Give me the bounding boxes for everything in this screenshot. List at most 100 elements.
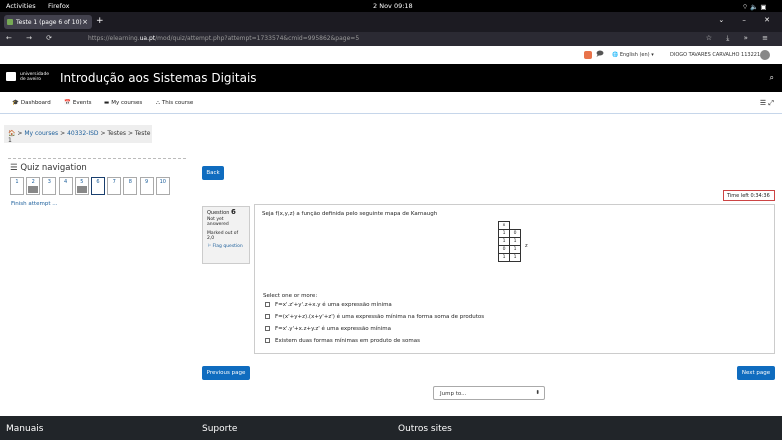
quiz-nav-button-1[interactable]: 1 — [10, 177, 24, 195]
kmap-empty — [510, 222, 521, 230]
next-page-button[interactable]: Next page — [737, 366, 775, 380]
answered-indicator — [76, 186, 87, 193]
menu-my-courses[interactable]: ▬ My courses — [104, 100, 142, 106]
quiz-nav-button-7[interactable]: 7 — [107, 177, 122, 195]
breadcrumb-my-courses[interactable]: My courses — [24, 130, 58, 137]
option-label[interactable]: F=x'.z'+y'.z+x.y é uma expressão mínima — [275, 302, 392, 308]
system-top-bar: Activities Firefox 2 Nov 09:18 ⌔ 🔈 ▣ — [0, 0, 782, 12]
breadcrumb-sep: > — [17, 130, 23, 137]
language-menu[interactable]: 🌐 English (en) ▾ — [612, 52, 654, 58]
jump-to-select[interactable]: Jump to... ⬍ — [433, 386, 545, 400]
answer-option[interactable]: Existem duas formas mínimas em produto d… — [265, 338, 420, 344]
status-line2: answered — [207, 222, 229, 227]
user-name[interactable]: DIOGO TAVARES CARVALHO 113221 — [670, 52, 760, 58]
quiz-nav-button-4[interactable]: 4 — [58, 177, 73, 195]
kmap-z-label: z — [525, 243, 528, 249]
uni-line2: de aveiro — [20, 77, 41, 82]
breadcrumb-sep: > — [127, 130, 133, 137]
courses-icon: ▬ — [104, 100, 110, 106]
breadcrumb-course[interactable]: 40332-ISD — [67, 130, 98, 137]
avatar[interactable] — [760, 50, 770, 60]
university-logo-icon[interactable] — [6, 72, 16, 81]
option-label[interactable]: Existem duas formas mínimas em produto d… — [275, 338, 420, 344]
favicon-icon — [7, 19, 13, 25]
university-name: universidade de aveiro — [20, 72, 49, 82]
checkbox[interactable] — [265, 326, 270, 331]
kmap-cell: 1 — [509, 245, 521, 254]
quiz-navigation: ☰ Quiz navigation 1 2 3 4 5 6 7 8 9 10 — [8, 158, 186, 195]
activities-button[interactable]: Activities — [6, 2, 36, 10]
footer: Manuais Suporte Outros sites — [0, 416, 782, 440]
calendar-icon: 📅 — [64, 100, 71, 106]
tab-active[interactable]: Teste 1 (page 6 of 10) × — [4, 15, 92, 29]
breadcrumb-sep: > — [60, 130, 66, 137]
user-bar: 🗩 🌐 English (en) ▾ DIOGO TAVARES CARVALH… — [0, 46, 782, 64]
time-left: Time left 0:34:36 — [723, 190, 775, 201]
quiz-nav-number: 2 — [31, 179, 35, 185]
kmap-cell: 1 — [498, 237, 510, 246]
quiz-nav-button-6[interactable]: 6 — [91, 177, 105, 195]
quiz-nav-button-2[interactable]: 2 — [26, 177, 41, 195]
answer-option[interactable]: F=x'.z'+y'.z+x.y é uma expressão mínima — [265, 302, 392, 308]
menu-label: Events — [72, 100, 92, 106]
search-icon[interactable]: ⌕ — [770, 73, 774, 83]
kmap-cell: 1 — [509, 253, 521, 262]
menu-this-course[interactable]: ⛬ This course — [156, 100, 193, 107]
drawer-toggle-icon[interactable]: ☰ ⤢ — [760, 99, 774, 108]
jump-label: Jump to... — [440, 391, 467, 397]
menu-dashboard[interactable]: 🎓 Dashboard — [12, 100, 51, 106]
window-controls[interactable]: ⌄ – ✕ — [718, 16, 778, 24]
tab-close-icon[interactable]: × — [82, 18, 88, 26]
answer-option[interactable]: F=(x'+y+z).(x+y'+z') é uma expressão mín… — [265, 314, 484, 320]
url-prefix: https://elearning. — [88, 35, 140, 42]
clock[interactable]: 2 Nov 09:18 — [373, 2, 413, 10]
toolbar-icons[interactable]: ☆ ⤓ » ≡ — [706, 34, 774, 43]
home-icon[interactable]: 🏠 — [8, 130, 15, 137]
select-prompt: Select one or more: — [263, 293, 318, 299]
address-bar[interactable]: https://elearning.ua.pt/mod/quiz/attempt… — [88, 35, 359, 42]
flag-question-link[interactable]: ⚐ Flag question — [207, 244, 245, 250]
menu-label: Dashboard — [20, 100, 51, 106]
back-button[interactable]: Back — [202, 166, 224, 180]
checkbox[interactable] — [265, 314, 270, 319]
tab-title: Teste 1 (page 6 of 10) — [16, 19, 82, 26]
question-marks: Marked out of 2,0 — [207, 231, 245, 242]
finish-attempt-link[interactable]: Finish attempt ... — [11, 201, 57, 207]
kmap-cell: 1 — [498, 253, 510, 262]
breadcrumb: 🏠 > My courses > 40332-ISD > Testes > Te… — [4, 125, 152, 144]
quiz-nav-button-5[interactable]: 5 — [74, 177, 89, 195]
quiz-nav-button-3[interactable]: 3 — [42, 177, 57, 195]
answer-option[interactable]: F=x'.y'+x.z+y.z' é uma expressão mínima — [265, 326, 391, 332]
option-label[interactable]: F=x'.y'+x.z+y.z' é uma expressão mínima — [275, 326, 391, 332]
app-menu[interactable]: Firefox — [48, 2, 70, 10]
quiz-nav-button-10[interactable]: 10 — [155, 177, 170, 195]
quiz-nav-button-8[interactable]: 8 — [123, 177, 138, 195]
navigation-buttons[interactable]: ← → ⟳ — [6, 34, 58, 42]
quiz-nav-number: 4 — [64, 179, 68, 185]
quiz-nav-button-9[interactable]: 9 — [139, 177, 154, 195]
option-label[interactable]: F=(x'+y+z).(x+y'+z') é uma expressão mín… — [275, 314, 484, 320]
checkbox[interactable] — [265, 302, 270, 307]
answered-indicator — [28, 186, 39, 193]
select-chevron-icon: ⬍ — [535, 390, 540, 396]
karnaugh-map: x 10 11 01 11 — [498, 221, 521, 262]
menu-label: This course — [161, 100, 194, 106]
breadcrumb-sep: > — [100, 130, 106, 137]
breadcrumb-testes[interactable]: Testes — [107, 130, 126, 137]
new-tab-button[interactable]: + — [96, 16, 104, 26]
menu-events[interactable]: 📅 Events — [64, 100, 91, 106]
quiz-nav-number: 8 — [128, 179, 132, 185]
kmap-cell: 1 — [509, 237, 521, 246]
question-num: 6 — [230, 208, 236, 216]
course-title[interactable]: Introdução aos Sistemas Digitais — [60, 71, 257, 85]
quiz-nav-number: 3 — [47, 179, 51, 185]
main-menu: 🎓 Dashboard 📅 Events ▬ My courses ⛬ This cou… — [0, 92, 782, 114]
url-path: /mod/quiz/attempt.php?attempt=1733574&cm… — [155, 35, 360, 42]
messages-icon[interactable]: 🗩 — [596, 50, 604, 61]
quiz-nav-number: 6 — [96, 179, 100, 185]
previous-page-button[interactable]: Previous page — [202, 366, 250, 380]
site-header: universidade de aveiro Introdução aos Sis… — [0, 64, 782, 92]
notification-icon[interactable] — [584, 51, 592, 59]
checkbox[interactable] — [265, 338, 270, 343]
system-tray[interactable]: ⌔ 🔈 ▣ — [742, 2, 766, 11]
